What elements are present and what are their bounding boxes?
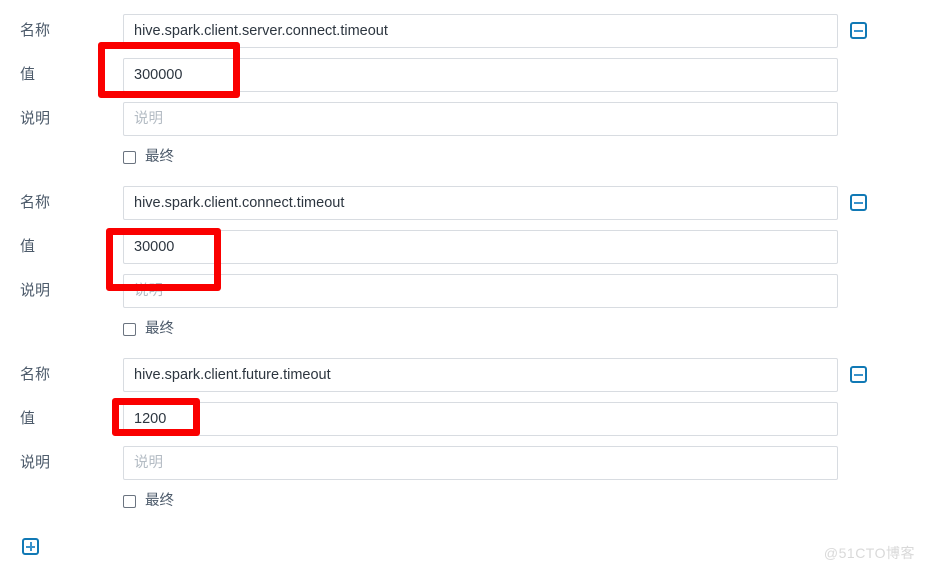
value-label: 值: [20, 66, 36, 83]
property-group-0: 名称 值 说明 最终: [0, 14, 929, 168]
value-field-row: 值: [0, 230, 929, 264]
description-field-row: 说明: [0, 102, 929, 136]
description-input-1[interactable]: [123, 274, 838, 308]
final-label-0: 最终: [145, 148, 174, 165]
final-row-2: 最终: [0, 490, 929, 512]
final-label-1: 最终: [145, 320, 174, 337]
final-checkbox-2[interactable]: [123, 494, 136, 508]
value-input-2[interactable]: [123, 402, 838, 436]
value-field-row: 值: [0, 402, 929, 436]
name-label: 名称: [20, 22, 51, 39]
property-group-2: 名称 值 说明 最终: [0, 358, 929, 512]
name-label: 名称: [20, 366, 51, 383]
final-label-2: 最终: [145, 492, 174, 509]
hive-configuration-form: 名称 值 说明 最终 名称 值 说明: [0, 0, 929, 573]
value-input-0[interactable]: [123, 58, 838, 92]
name-field-row: 名称: [0, 186, 929, 220]
name-label: 名称: [20, 194, 51, 211]
value-label: 值: [20, 410, 36, 427]
description-field-row: 说明: [0, 446, 929, 480]
description-input-2[interactable]: [123, 446, 838, 480]
final-row-1: 最终: [0, 318, 929, 340]
name-input-2[interactable]: [123, 358, 838, 392]
value-field-row: 值: [0, 58, 929, 92]
minus-square-icon-2[interactable]: [850, 366, 867, 383]
minus-square-icon-1[interactable]: [850, 194, 867, 211]
plus-square-icon-add-property[interactable]: [22, 538, 39, 555]
description-label: 说明: [20, 110, 51, 127]
name-input-0[interactable]: [123, 14, 838, 48]
value-input-1[interactable]: [123, 230, 838, 264]
description-field-row: 说明: [0, 274, 929, 308]
final-row-0: 最终: [0, 146, 929, 168]
name-field-row: 名称: [0, 14, 929, 48]
description-label: 说明: [20, 282, 51, 299]
final-checkbox-0[interactable]: [123, 150, 136, 164]
value-label: 值: [20, 238, 36, 255]
final-checkbox-1[interactable]: [123, 322, 136, 336]
minus-square-icon-0[interactable]: [850, 22, 867, 39]
description-input-0[interactable]: [123, 102, 838, 136]
name-field-row: 名称: [0, 358, 929, 392]
description-label: 说明: [20, 454, 51, 471]
name-input-1[interactable]: [123, 186, 838, 220]
property-group-1: 名称 值 说明 最终: [0, 186, 929, 340]
watermark: @51CTO博客: [823, 545, 915, 561]
